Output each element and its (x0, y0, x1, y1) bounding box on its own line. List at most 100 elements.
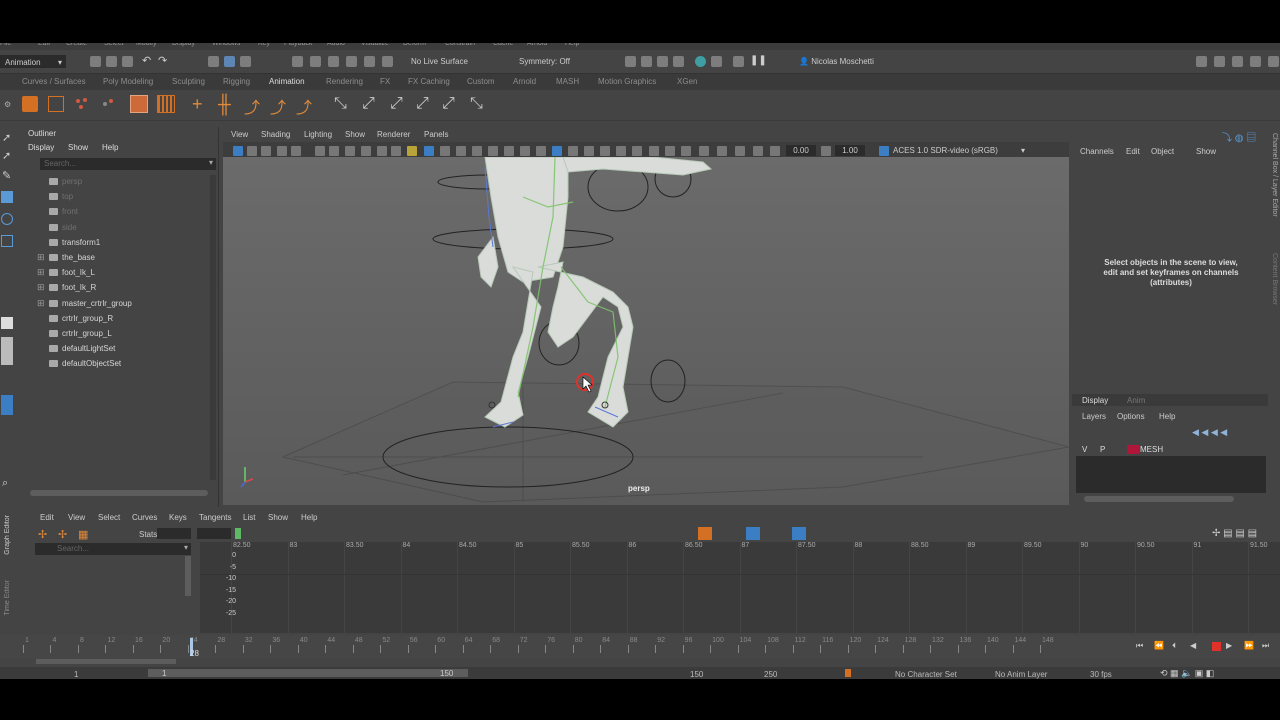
gamma-icon[interactable] (821, 146, 831, 156)
snap-view-icon[interactable] (346, 56, 357, 67)
color-management-icon[interactable] (879, 146, 889, 156)
range-slider-bar[interactable]: 1 150 (148, 669, 468, 678)
menu-arnold[interactable]: Arnold (527, 43, 547, 47)
viewport-menu-renderer[interactable]: Renderer (377, 130, 410, 139)
shadows-icon[interactable] (504, 146, 514, 156)
menu-deform[interactable]: Deform (403, 43, 426, 47)
layer-visibility-toggle[interactable]: V (1082, 445, 1087, 454)
graph-menu-curves[interactable]: Curves (132, 513, 157, 522)
graph-menu-tangents[interactable]: Tangents (199, 513, 231, 522)
tool-settings-icon[interactable] (1250, 56, 1261, 67)
constraint-pole-icon[interactable]: ⤡ (470, 95, 483, 113)
key-dots-icon[interactable] (74, 96, 90, 112)
lasso-tool-icon[interactable]: ➚ (2, 149, 11, 162)
channel-menu-edit[interactable]: Edit (1126, 147, 1140, 156)
select-camera-icon[interactable] (233, 146, 243, 156)
viewport-menu-view[interactable]: View (231, 130, 248, 139)
shelf-tab-fx[interactable]: FX (380, 77, 390, 86)
range-start-field[interactable]: 1 (74, 670, 78, 679)
tab-anim[interactable]: Anim (1127, 396, 1145, 405)
textures-icon[interactable] (681, 146, 691, 156)
channel-box-side-tab[interactable]: Channel Box / Layer Editor (1271, 133, 1278, 217)
paint-weights-icon[interactable]: ⤴ (296, 94, 312, 118)
outliner-item[interactable]: defaultLightSet (18, 342, 208, 356)
gamma-field[interactable]: 1.00 (835, 145, 865, 156)
live-surface-field[interactable]: No Live Surface (407, 55, 495, 68)
motion-blur-icon[interactable] (584, 146, 594, 156)
outliner-item[interactable]: ⊞ the_base (18, 251, 208, 265)
buffer-curve-icon[interactable] (698, 527, 712, 540)
move-keys-icon[interactable]: ✢ (38, 528, 47, 541)
wireframe-icon[interactable] (440, 146, 450, 156)
frame-selection-icon[interactable] (665, 146, 675, 156)
key-stats-icon[interactable] (235, 528, 241, 539)
layer-color-swatch[interactable] (1127, 445, 1139, 454)
shelf-tab-arnold[interactable]: Arnold (513, 77, 536, 86)
scale-tool-icon[interactable] (1, 235, 13, 247)
character-set-dropdown[interactable]: No Character Set (895, 670, 957, 679)
constraint-scale-icon[interactable]: ⤢ (416, 95, 429, 113)
viewport-menu-lighting[interactable]: Lighting (304, 130, 332, 139)
anti-aliasing-icon[interactable] (600, 146, 610, 156)
channel-menu-channels[interactable]: Channels (1080, 147, 1114, 156)
film-gate-icon[interactable] (329, 146, 339, 156)
outliner-item[interactable]: defaultObjectSet (18, 357, 208, 371)
playback-options-icons[interactable]: ⟲ ▦ 🔈 ▣ ◧ (1160, 668, 1214, 679)
stop-icon[interactable] (1212, 642, 1221, 651)
graph-menu-view[interactable]: View (68, 513, 85, 522)
symmetry-dropdown[interactable]: Symmetry: Off (515, 55, 590, 68)
arnold-ipr-icon[interactable] (711, 56, 722, 67)
redo-icon[interactable]: ↷ (158, 54, 167, 67)
stats-field-2[interactable] (197, 528, 231, 539)
ssao-icon[interactable] (699, 146, 709, 156)
select-hierarchy-icon[interactable] (208, 56, 219, 67)
outliner-item[interactable]: ⊞ foot_Ik_L (18, 266, 208, 280)
grease-pencil-icon[interactable] (291, 146, 301, 156)
render-settings-icon[interactable] (625, 56, 636, 67)
go-to-start-icon[interactable]: ⏮ (1136, 641, 1143, 651)
outliner-item[interactable]: front (18, 205, 208, 219)
channel-box-icons[interactable]: ⤵ ◍ ▤ (1222, 129, 1256, 144)
graph-menu-list[interactable]: List (243, 513, 255, 522)
open-scene-icon[interactable] (106, 56, 117, 67)
menu-create[interactable]: Create (66, 43, 87, 47)
select-object-icon[interactable] (224, 56, 235, 67)
viewport-menu-panels[interactable]: Panels (424, 130, 448, 139)
outliner-menu-help[interactable]: Help (102, 143, 118, 152)
playback-end-field[interactable]: 150 (690, 670, 703, 679)
xray-icon[interactable] (520, 146, 530, 156)
outliner-item[interactable]: ⊞ foot_Ik_R (18, 281, 208, 295)
arnold-render-icon[interactable] (695, 56, 706, 67)
layer-playback-toggle[interactable]: P (1100, 445, 1105, 454)
paint-select-icon[interactable]: ✎ (2, 169, 11, 182)
select-tool-icon[interactable]: ➚ (2, 131, 11, 144)
menu-display[interactable]: Display (172, 43, 195, 47)
outliner-item[interactable]: top (18, 190, 208, 204)
menu-windows[interactable]: Windows (212, 43, 240, 47)
graph-menu-show[interactable]: Show (268, 513, 288, 522)
play-backward-icon[interactable]: ◀ (1190, 641, 1196, 650)
step-back-frame-icon[interactable]: ⏴ (1172, 641, 1176, 651)
screen-space-icon[interactable] (735, 146, 745, 156)
2d-pan-zoom-icon[interactable] (315, 146, 325, 156)
modeling-toolkit-icon[interactable] (1196, 56, 1207, 67)
image-plane-icon[interactable] (277, 146, 287, 156)
expand-icon[interactable]: ⊞ (37, 298, 45, 309)
set-key-icon[interactable] (22, 96, 38, 112)
layout-presets-icon[interactable] (1, 337, 13, 365)
safe-action-icon[interactable] (391, 146, 401, 156)
stats-field-1[interactable] (157, 528, 191, 539)
use-all-lights-icon[interactable] (488, 146, 498, 156)
menu-key[interactable]: Key (258, 43, 270, 47)
breakdown-icon[interactable] (100, 96, 116, 112)
menu-constrain[interactable]: Constrain (445, 43, 475, 47)
menu-playback[interactable]: Playback (284, 43, 312, 47)
attribute-editor-icon[interactable] (1232, 56, 1243, 67)
anim-layer-dropdown[interactable]: No Anim Layer (995, 670, 1047, 679)
bookmarks-icon[interactable] (261, 146, 271, 156)
graph-menu-edit[interactable]: Edit (40, 513, 54, 522)
bind-skin-icon[interactable]: ⤴ (270, 94, 286, 118)
ipr-render-icon[interactable] (657, 56, 668, 67)
snap-vertex-icon[interactable] (382, 56, 393, 67)
single-view-icon[interactable] (1, 317, 13, 329)
